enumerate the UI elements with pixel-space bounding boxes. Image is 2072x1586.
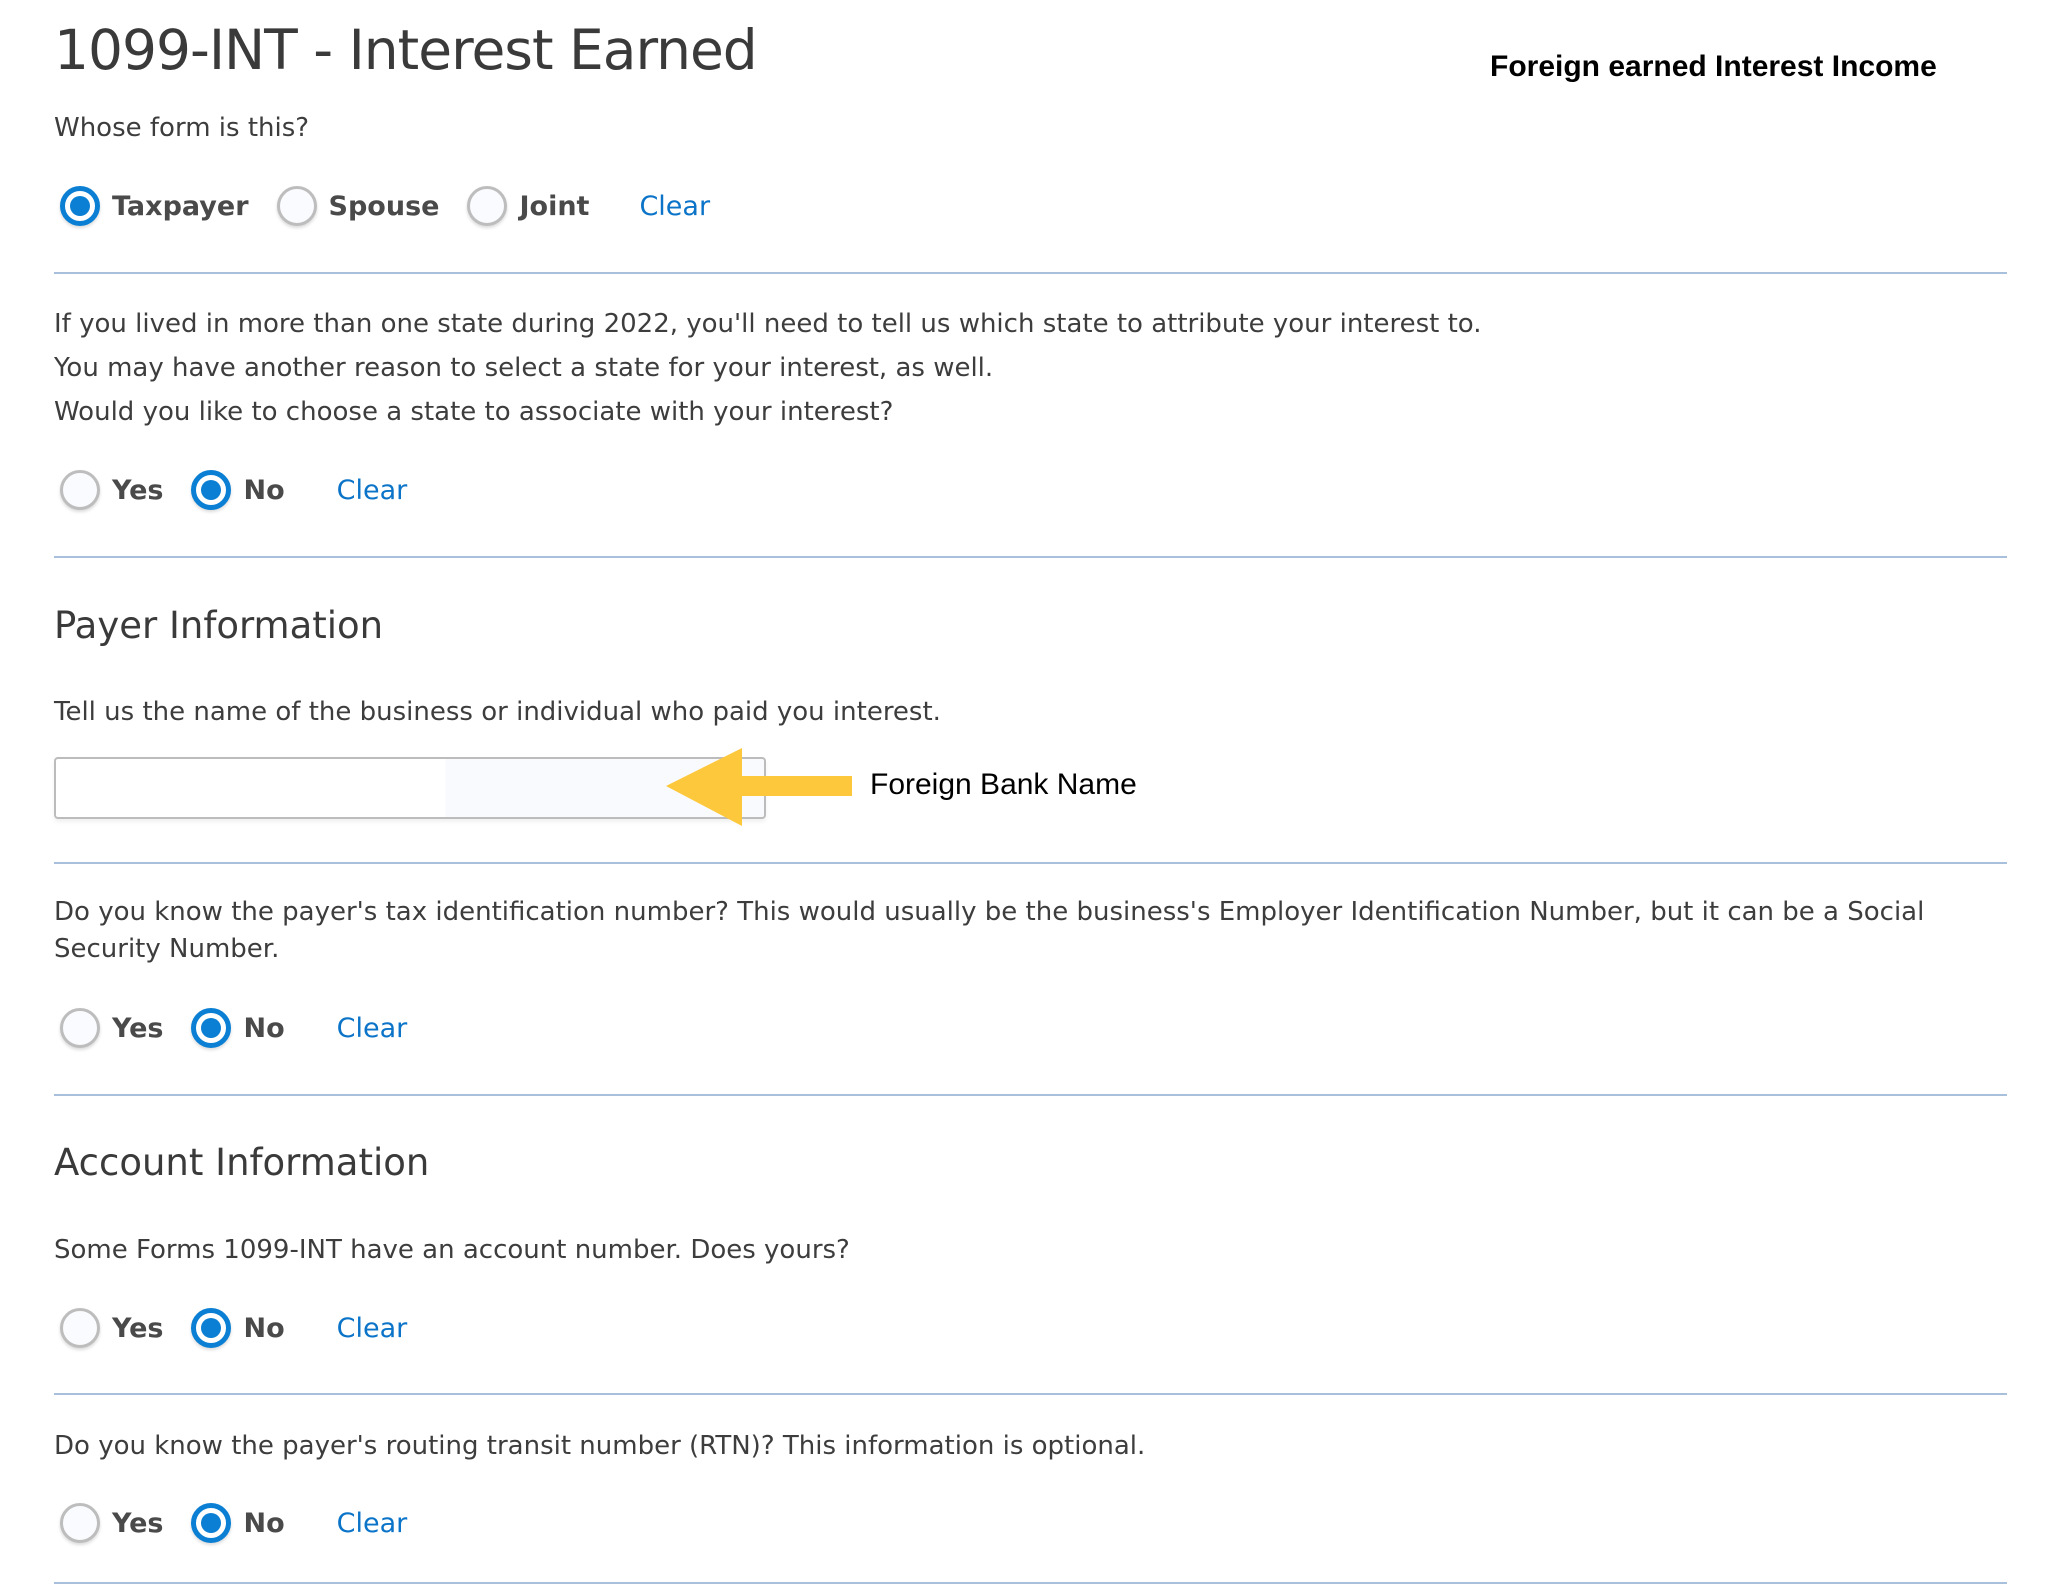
radio-option-yes[interactable]: Yes <box>60 1008 163 1048</box>
tin-question: Do you know the payer's tax identificati… <box>54 897 1925 964</box>
payer-name-prompt: Tell us the name of the business or indi… <box>54 697 941 727</box>
tin-clear-link[interactable]: Clear <box>337 1013 408 1044</box>
radio-joint[interactable] <box>467 186 508 226</box>
whose-form-radio-group: Taxpayer Spouse Joint Clear <box>60 180 710 232</box>
radio-label-no: No <box>243 1012 285 1044</box>
radio-option-no[interactable]: No <box>191 1008 285 1048</box>
radio-label-spouse: Spouse <box>328 190 440 222</box>
radio-option-joint[interactable]: Joint <box>467 186 589 226</box>
radio-option-no[interactable]: No <box>191 1308 285 1348</box>
account-radio-group: Yes No Clear <box>60 1302 407 1354</box>
radio-option-yes[interactable]: Yes <box>60 1308 163 1348</box>
radio-label-no: No <box>243 474 285 506</box>
radio-option-spouse[interactable]: Spouse <box>276 186 440 226</box>
page-title: 1099-INT - Interest Earned <box>54 18 758 82</box>
state-text-line-2: You may have another reason to select a … <box>54 353 994 383</box>
divider <box>54 1094 2007 1096</box>
rtn-radio-group: Yes No Clear <box>60 1497 407 1549</box>
divider <box>54 556 2007 558</box>
account-number-question: Some Forms 1099-INT have an account numb… <box>54 1235 850 1265</box>
radio-rtn-no[interactable] <box>191 1503 232 1543</box>
radio-tin-no[interactable] <box>191 1008 232 1048</box>
radio-state-no[interactable] <box>191 470 232 510</box>
state-question: Would you like to choose a state to asso… <box>54 397 894 427</box>
radio-option-yes[interactable]: Yes <box>60 1503 163 1543</box>
radio-label-yes: Yes <box>112 1312 164 1344</box>
radio-rtn-yes[interactable] <box>60 1503 100 1543</box>
radio-option-taxpayer[interactable]: Taxpayer <box>60 186 249 226</box>
tin-radio-group: Yes No Clear <box>60 1002 407 1054</box>
divider <box>54 862 2007 864</box>
radio-account-yes[interactable] <box>60 1308 100 1348</box>
state-clear-link[interactable]: Clear <box>337 475 408 506</box>
payer-name-input[interactable] <box>54 757 766 819</box>
rtn-question: Do you know the payer's routing transit … <box>54 1431 1146 1461</box>
radio-account-no[interactable] <box>191 1308 232 1348</box>
radio-tin-yes[interactable] <box>60 1008 100 1048</box>
radio-option-no[interactable]: No <box>191 1503 285 1543</box>
radio-option-no[interactable]: No <box>191 470 285 510</box>
annotation-arrow-icon <box>666 748 852 826</box>
account-section-title: Account Information <box>54 1141 430 1184</box>
radio-spouse[interactable] <box>276 186 317 226</box>
annotation-foreign-bank-name: Foreign Bank Name <box>870 768 1137 801</box>
annotation-foreign-interest: Foreign earned Interest Income <box>1490 50 1937 83</box>
radio-label-joint: Joint <box>519 190 590 222</box>
account-clear-link[interactable]: Clear <box>337 1313 408 1344</box>
divider <box>54 1393 2007 1395</box>
rtn-clear-link[interactable]: Clear <box>337 1508 408 1539</box>
payer-section-title: Payer Information <box>54 604 384 647</box>
radio-label-yes: Yes <box>112 474 164 506</box>
whose-form-question: Whose form is this? <box>54 113 310 143</box>
state-text-line-1: If you lived in more than one state duri… <box>54 309 1482 339</box>
divider <box>54 1582 2007 1584</box>
whose-form-clear-link[interactable]: Clear <box>639 191 710 222</box>
radio-taxpayer[interactable] <box>60 186 100 226</box>
radio-label-yes: Yes <box>112 1507 164 1539</box>
state-radio-group: Yes No Clear <box>60 464 407 516</box>
radio-option-yes[interactable]: Yes <box>60 470 163 510</box>
radio-label-yes: Yes <box>112 1012 164 1044</box>
radio-label-taxpayer: Taxpayer <box>112 190 249 222</box>
radio-label-no: No <box>243 1312 285 1344</box>
radio-label-no: No <box>243 1507 285 1539</box>
radio-state-yes[interactable] <box>60 470 100 510</box>
divider <box>54 272 2007 274</box>
